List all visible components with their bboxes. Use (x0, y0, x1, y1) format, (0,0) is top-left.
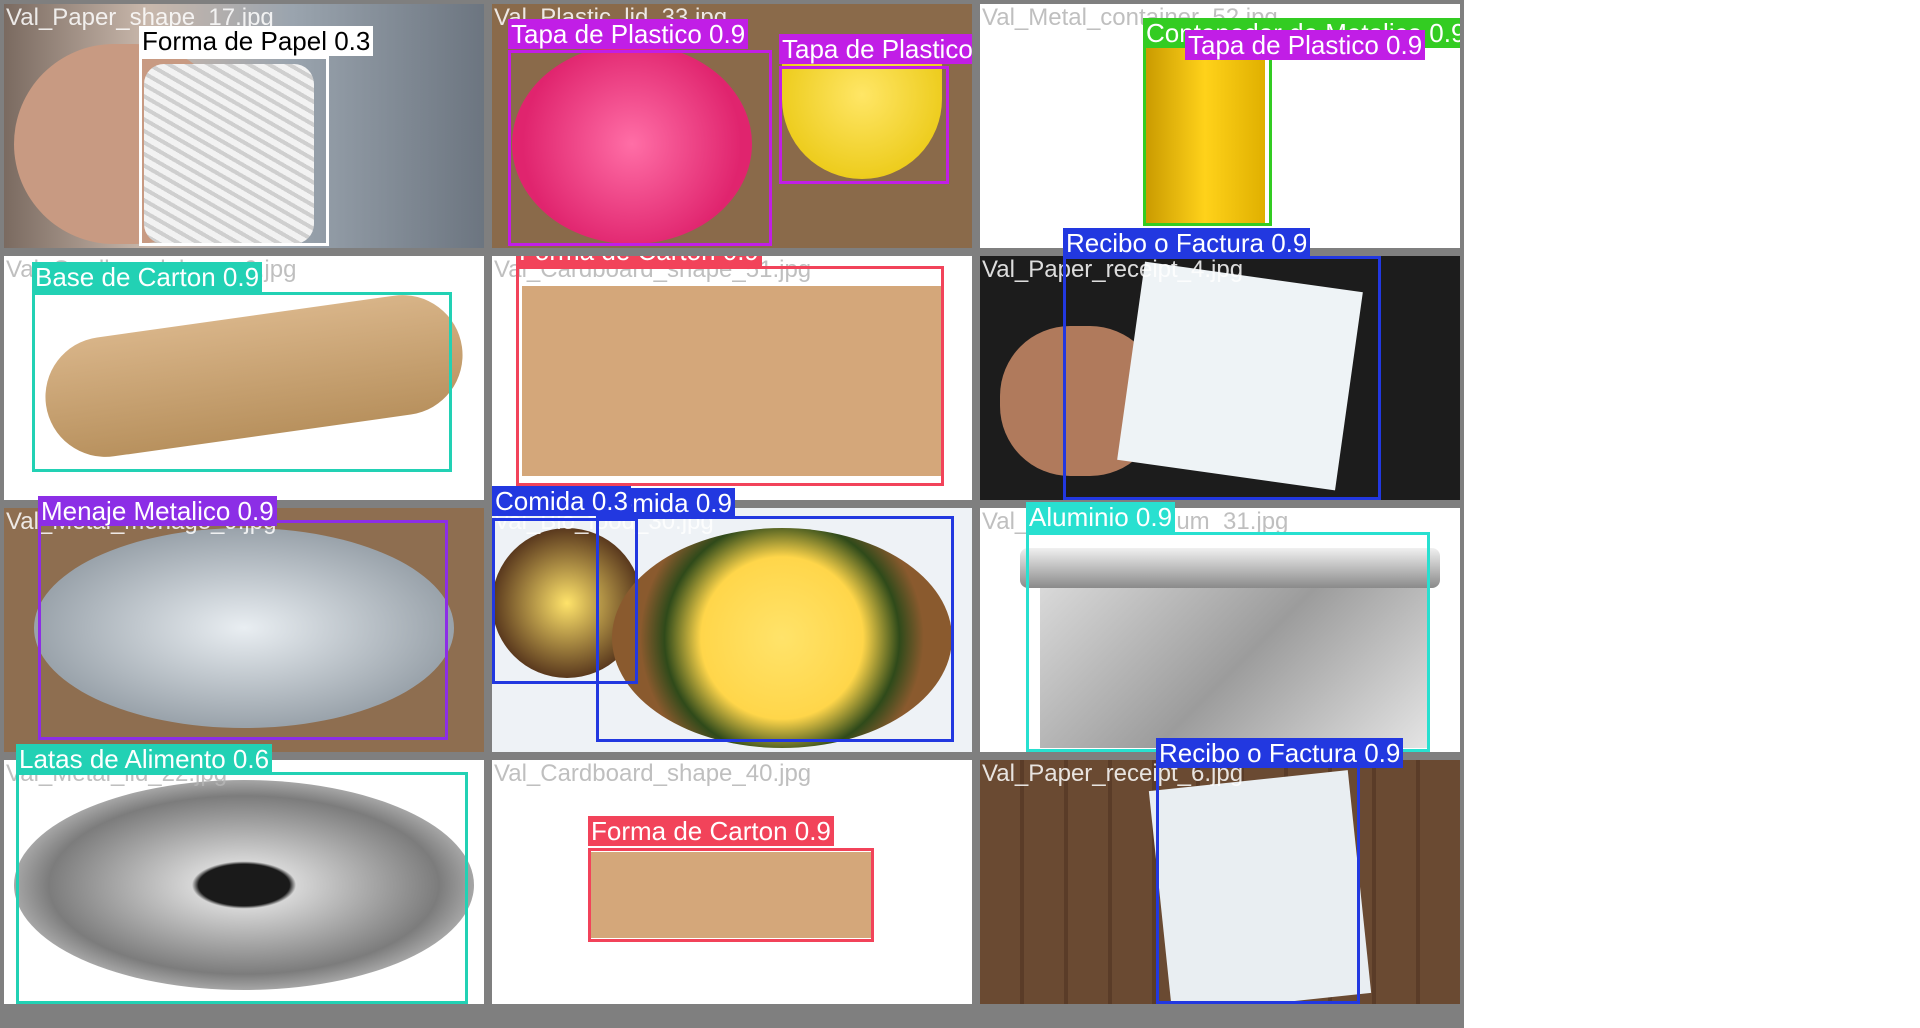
detection-box (516, 266, 944, 486)
detection-label: Tapa de Plastico 0.9 (508, 19, 749, 49)
detection-box (32, 292, 452, 472)
file-name: Val_Cardboard_shape_40.jpg (494, 760, 812, 787)
detection-box (779, 66, 949, 184)
detection-label: Forma de Papel 0.3 (139, 26, 374, 56)
detection-label: Comida 0.3 (492, 486, 631, 516)
image-tile: Val_Cardboard_shape_40.jpg Forma de Cart… (492, 760, 972, 1004)
detection-box (508, 50, 772, 246)
detection-label: Recibo o Factura 0.9 (1063, 228, 1311, 258)
image-tile: Val_Plastic_lid_33.jpg Tapa de Plastico … (492, 4, 972, 248)
image-tile: Val_Cardboard_base_9.jpg Base de Carton … (4, 256, 484, 500)
detection-box (16, 772, 468, 1004)
image-tile: Val_Cardboard_shape_51.jpg Forma de Cart… (492, 256, 972, 500)
detection-label: Latas de Alimento 0.6 (16, 744, 273, 774)
detection-label: Base de Carton 0.9 (32, 262, 263, 292)
detection-label: Forma de Carton 0.9 (516, 256, 762, 266)
image-tile: Val_Metal_lid_22.jpg (4, 760, 484, 1004)
detection-box (588, 848, 874, 942)
detection-label: Menaje Metalico 0.9 (38, 496, 277, 526)
detection-box (139, 56, 329, 246)
detection-label: Tapa de Plastico 0.9 (1185, 30, 1426, 60)
detection-box (1063, 256, 1381, 500)
detection-label: Aluminio 0.9 (1026, 502, 1176, 532)
image-tile: Val_Paper_receipt_4.jpg (980, 256, 1460, 500)
image-tile: Val_Metal_container_52.jpg Contenedor de… (980, 4, 1460, 248)
detection-label: Tapa de Plastico 0.6 (779, 34, 972, 64)
detection-box (38, 520, 448, 740)
detection-box (1143, 44, 1272, 226)
image-tile: Val_Paper_receipt_6.jpg (980, 760, 1460, 1004)
image-tile: Val_Bio_food_30.jpg (492, 508, 972, 752)
detection-label: Forma de Carton 0.9 (588, 816, 834, 846)
detection-box (596, 516, 954, 742)
image-tile: Val_Metal_menage_9.jpg (4, 508, 484, 752)
image-tile: Val_Metal_aluminium_31.jpg (980, 508, 1460, 752)
detection-label: Recibo o Factura 0.9 (1156, 738, 1404, 768)
image-tile: Val_Paper_shape_17.jpg Forma de Papel 0.… (4, 4, 484, 248)
detection-box (1156, 760, 1360, 1004)
detection-box (1026, 532, 1430, 752)
